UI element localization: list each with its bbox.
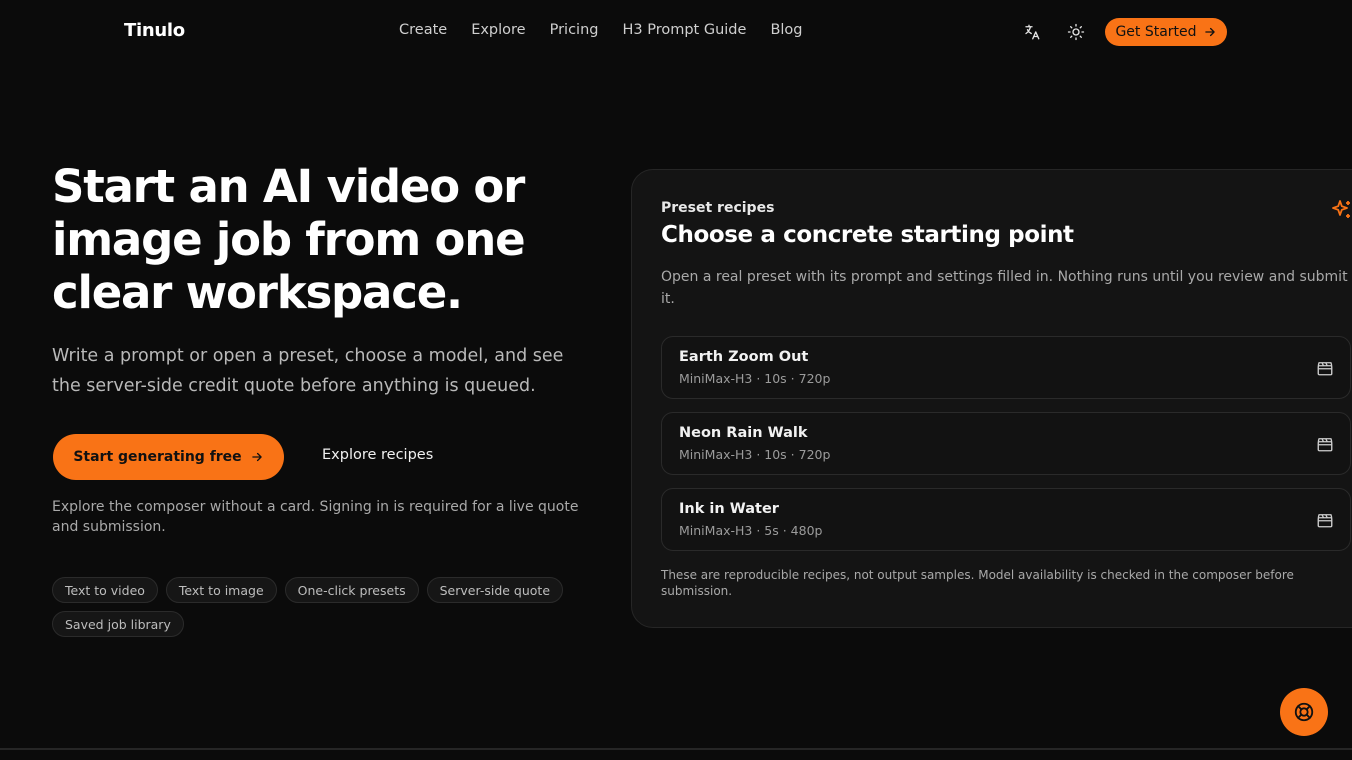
start-generating-label: Start generating free	[73, 449, 242, 465]
recipe-meta: MiniMax-H3 · 5s · 480p	[679, 523, 823, 538]
arrow-right-icon	[251, 452, 262, 462]
recipe-card-earth-zoom-out[interactable]: Earth Zoom Out MiniMax-H3 · 10s · 720p	[661, 336, 1351, 399]
feature-chip: Saved job library	[52, 611, 184, 637]
translate-icon	[1025, 24, 1040, 40]
feature-chips: Text to video Text to image One-click pr…	[52, 577, 572, 637]
recipe-meta: MiniMax-H3 · 10s · 720p	[679, 447, 831, 462]
panel-description: Open a real preset with its prompt and s…	[661, 269, 1348, 307]
clapperboard-icon	[1317, 438, 1333, 452]
nav-link-create[interactable]: Create	[399, 22, 447, 38]
panel-title: Choose a concrete starting point	[661, 222, 1074, 248]
sun-icon	[1067, 23, 1085, 41]
start-generating-button[interactable]: Start generating free	[53, 434, 284, 480]
hero-title: Start an AI video or image job from one …	[52, 160, 526, 319]
sparkle-icon	[1332, 200, 1350, 218]
clapperboard-icon	[1317, 362, 1333, 376]
get-started-button[interactable]: Get Started	[1105, 18, 1227, 46]
feature-chip: Server-side quote	[426, 577, 564, 603]
recipe-name: Ink in Water	[679, 501, 779, 517]
feature-chip: Text to image	[165, 577, 277, 603]
theme-toggle-button[interactable]	[1064, 20, 1088, 44]
panel-footnote: These are reproducible recipes, not outp…	[661, 568, 1294, 598]
clapperboard-icon	[1317, 514, 1333, 528]
hero-note: Explore the composer without a card. Sig…	[52, 499, 579, 535]
help-button[interactable]	[1280, 688, 1328, 736]
landing-page: Tinulo Create Explore Pricing H3 Prompt …	[0, 0, 1352, 760]
preset-recipes-panel: Preset recipes Choose a concrete startin…	[631, 169, 1352, 628]
explore-recipes-link[interactable]: Explore recipes	[322, 447, 433, 463]
nav-link-explore[interactable]: Explore	[471, 22, 525, 38]
recipe-card-ink-in-water[interactable]: Ink in Water MiniMax-H3 · 5s · 480p	[661, 488, 1351, 551]
language-button[interactable]	[1020, 20, 1044, 44]
arrow-right-icon	[1204, 27, 1215, 37]
nav-link-pricing[interactable]: Pricing	[550, 22, 599, 38]
panel-eyebrow: Preset recipes	[661, 200, 775, 216]
feature-chip: Text to video	[52, 577, 158, 603]
recipe-card-neon-rain-walk[interactable]: Neon Rain Walk MiniMax-H3 · 10s · 720p	[661, 412, 1351, 475]
recipe-name: Earth Zoom Out	[679, 349, 809, 365]
recipe-name: Neon Rain Walk	[679, 425, 808, 441]
nav-link-blog[interactable]: Blog	[770, 22, 802, 38]
get-started-label: Get Started	[1115, 24, 1197, 40]
section-divider	[0, 748, 1352, 750]
lifebuoy-icon	[1294, 702, 1314, 722]
brand-logo[interactable]: Tinulo	[124, 20, 185, 41]
recipe-meta: MiniMax-H3 · 10s · 720p	[679, 371, 831, 386]
main-nav: Create Explore Pricing H3 Prompt Guide B…	[399, 22, 803, 38]
hero-subtitle: Write a prompt or open a preset, choose …	[52, 346, 564, 396]
feature-chip: One-click presets	[284, 577, 419, 603]
nav-link-prompt-guide[interactable]: H3 Prompt Guide	[622, 22, 746, 38]
